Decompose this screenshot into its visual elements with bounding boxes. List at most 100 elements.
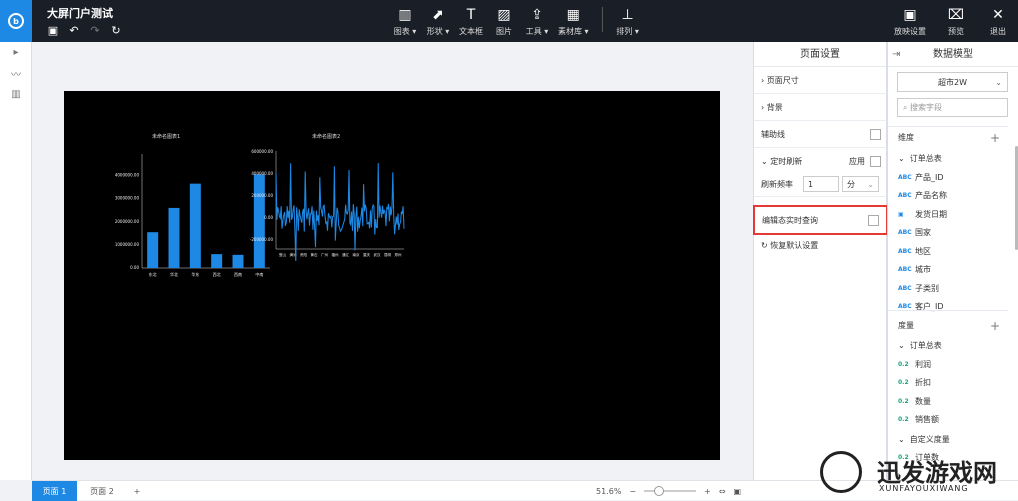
zoom-out-icon[interactable]: − [629, 487, 636, 496]
page-size-label: 页面尺寸 [766, 75, 799, 85]
chart-tool[interactable]: ▥ 图表 ▾ [393, 7, 417, 37]
guides-label: 辅助线 [761, 129, 785, 139]
line-chart-series[interactable] [275, 163, 405, 261]
tool-label: 形状 ▾ [426, 27, 450, 36]
left-rail: ▸ 〰 ▥ [0, 42, 32, 480]
tool-label: 素材库 ▾ [558, 27, 589, 36]
dimension-field-label: 国家 [915, 228, 931, 237]
app-logo[interactable]: b [0, 0, 32, 42]
background-row[interactable]: › 背景 [754, 94, 888, 121]
measure-field[interactable]: 0.2 销售额 [898, 411, 939, 429]
page-size-row[interactable]: › 页面尺寸 [754, 67, 888, 94]
shape-tool[interactable]: ⬈ 形状 ▾ [426, 7, 450, 37]
fit-icon[interactable]: ⇔ [719, 487, 726, 496]
undo-icon[interactable]: ↶ [68, 23, 80, 37]
exit-icon: ✕ [992, 7, 1004, 23]
tool-icon: ⇪ [531, 7, 543, 23]
dimension-group[interactable]: ⌄ 订单总表 [898, 149, 942, 167]
insert-toolbar: ▥ 图表 ▾ ⬈ 形状 ▾ T 文本框 ▨ 图片 ⇪ 工具 ▾ ▦ 素材库 ▾ ⊥ 排列 ▾ [393, 7, 640, 37]
chevron-right-icon: › [761, 75, 765, 85]
apply-checkbox[interactable] [870, 156, 881, 167]
exit-button[interactable]: ✕ 退出 [986, 7, 1010, 37]
watermark-title: 迅发游戏网 [877, 459, 997, 487]
add-page-button[interactable]: + [127, 481, 147, 501]
shape-icon: ⬈ [432, 7, 444, 23]
save-icon[interactable]: ▣ [47, 23, 59, 37]
zoom-level: 51.6% [596, 486, 622, 496]
zoom-slider[interactable] [644, 486, 697, 496]
image-tool[interactable]: ▨ 图片 [492, 7, 516, 37]
custom-measure-label: 自定义度量 [909, 434, 950, 444]
zoom-in-icon[interactable]: + [704, 487, 711, 496]
add-measure-icon[interactable]: + [990, 319, 1000, 333]
dimension-type-icon: ABC [898, 192, 912, 199]
custom-measure-group[interactable]: ⌄ 自定义度量 [898, 430, 950, 448]
tool-tool[interactable]: ⇪ 工具 ▾ [525, 7, 549, 37]
bar-chart-category-label: 华东 [191, 271, 199, 277]
apply-label: 应用 [849, 157, 865, 166]
preview-button[interactable]: ⌧ 预览 [944, 7, 968, 37]
play-settings-icon: ▣ [903, 7, 917, 23]
dimension-field[interactable]: ABC 子类别 [898, 279, 939, 297]
chevron-down-icon: ⌄ [761, 157, 768, 166]
guides-checkbox[interactable] [870, 128, 881, 140]
dimension-field[interactable]: ABC 产品名称 [898, 187, 947, 205]
line-chart[interactable]: -200000.00 0.00 200000.00 400000.00 600000.0… [234, 146, 414, 261]
play-settings-button[interactable]: ▣ 放映设置 [894, 7, 926, 37]
library-tool[interactable]: ▦ 素材库 ▾ [558, 7, 589, 37]
preview-icon: ⌧ [947, 7, 965, 23]
measure-field[interactable]: 0.2 折扣 [898, 374, 931, 392]
frequency-input[interactable]: 1 [803, 176, 839, 192]
watermark-subtitle: XUNFAYOUXIWANG [879, 484, 969, 493]
bar-chart-bar[interactable] [168, 207, 180, 268]
page-settings-title: 页面设置 [754, 42, 886, 67]
zoom-slider-handle[interactable] [654, 486, 665, 496]
measure-field[interactable]: 0.2 利润 [898, 355, 931, 373]
fullscreen-icon[interactable]: ▣ [734, 487, 742, 496]
quick-actions: ▣ ↶ ↷ ↻ [47, 23, 122, 37]
dimension-field[interactable]: ▣ 发货日期 [898, 205, 947, 223]
refresh-icon[interactable]: ↻ [110, 23, 122, 37]
measure-field[interactable]: 0.2 数量 [898, 392, 931, 410]
measure-field-label: 折扣 [915, 378, 931, 387]
bar-chart-bar[interactable] [211, 254, 223, 268]
dimension-field[interactable]: ABC 城市 [898, 261, 931, 279]
dimension-field[interactable]: ABC 产品_ID [898, 168, 944, 186]
chart-icon: ▥ [398, 7, 412, 23]
realtime-query-checkbox[interactable] [868, 214, 879, 226]
right-toolbar: ▣ 放映设置 ⌧ 预览 ✕ 退出 [894, 7, 1010, 37]
page-tab-2[interactable]: 页面 2 [82, 481, 122, 501]
expand-panel-icon[interactable]: ▸ [0, 42, 32, 63]
bar-chart-category-label: 东北 [149, 271, 157, 277]
frequency-unit-value: 分 [847, 179, 855, 189]
tool-label: 放映设置 [894, 27, 926, 36]
dimension-field[interactable]: ABC 客户_ID [898, 298, 944, 316]
trend-icon[interactable]: 〰 [0, 63, 32, 84]
measure-group[interactable]: ⌄ 订单总表 [898, 336, 942, 354]
zoom-controls: 51.6% − + ⇔ ▣ [596, 481, 741, 501]
line-chart-x-label: 通辽 [342, 252, 350, 257]
arrange-icon: ⊥ [621, 7, 634, 23]
chevron-down-icon: ⌄ [898, 434, 905, 444]
bar-chart-bar[interactable] [189, 183, 201, 268]
dimension-field[interactable]: ABC 国家 [898, 224, 931, 242]
add-dimension-icon[interactable]: + [990, 131, 1000, 145]
line-chart-x-label: 重庆 [363, 252, 371, 257]
measure-group-label: 订单总表 [909, 340, 942, 350]
dimension-field[interactable]: ABC 地区 [898, 242, 931, 260]
frequency-unit-select[interactable]: 分 ⌄ [842, 176, 879, 192]
field-search-input[interactable]: ⌕ 搜索字段 [897, 98, 1008, 117]
bar-chart-bar[interactable] [147, 232, 159, 268]
redo-icon[interactable]: ↷ [89, 23, 101, 37]
arrange-tool[interactable]: ⊥ 排列 ▾ [616, 7, 640, 37]
stats-icon[interactable]: ▥ [0, 84, 32, 105]
text-tool[interactable]: T 文本框 [459, 7, 483, 37]
page-tab-1[interactable]: 页面 1 [32, 481, 77, 501]
dimension-field-label: 产品名称 [915, 191, 947, 200]
collapse-panel-icon[interactable]: ⇥ [892, 42, 900, 67]
dashboard-canvas[interactable]: 未命名图表1 0.00 1000000.00 2000000.00 3000000.0… [64, 91, 720, 460]
timed-refresh-row[interactable]: ⌄ 定时刷新 应用 [754, 148, 888, 175]
dataset-select[interactable]: 超市2W ⌄ [897, 72, 1008, 92]
restore-default-row[interactable]: ↻ 恢复默认设置 [754, 232, 888, 259]
measure-icon: 0.2 [898, 360, 909, 368]
